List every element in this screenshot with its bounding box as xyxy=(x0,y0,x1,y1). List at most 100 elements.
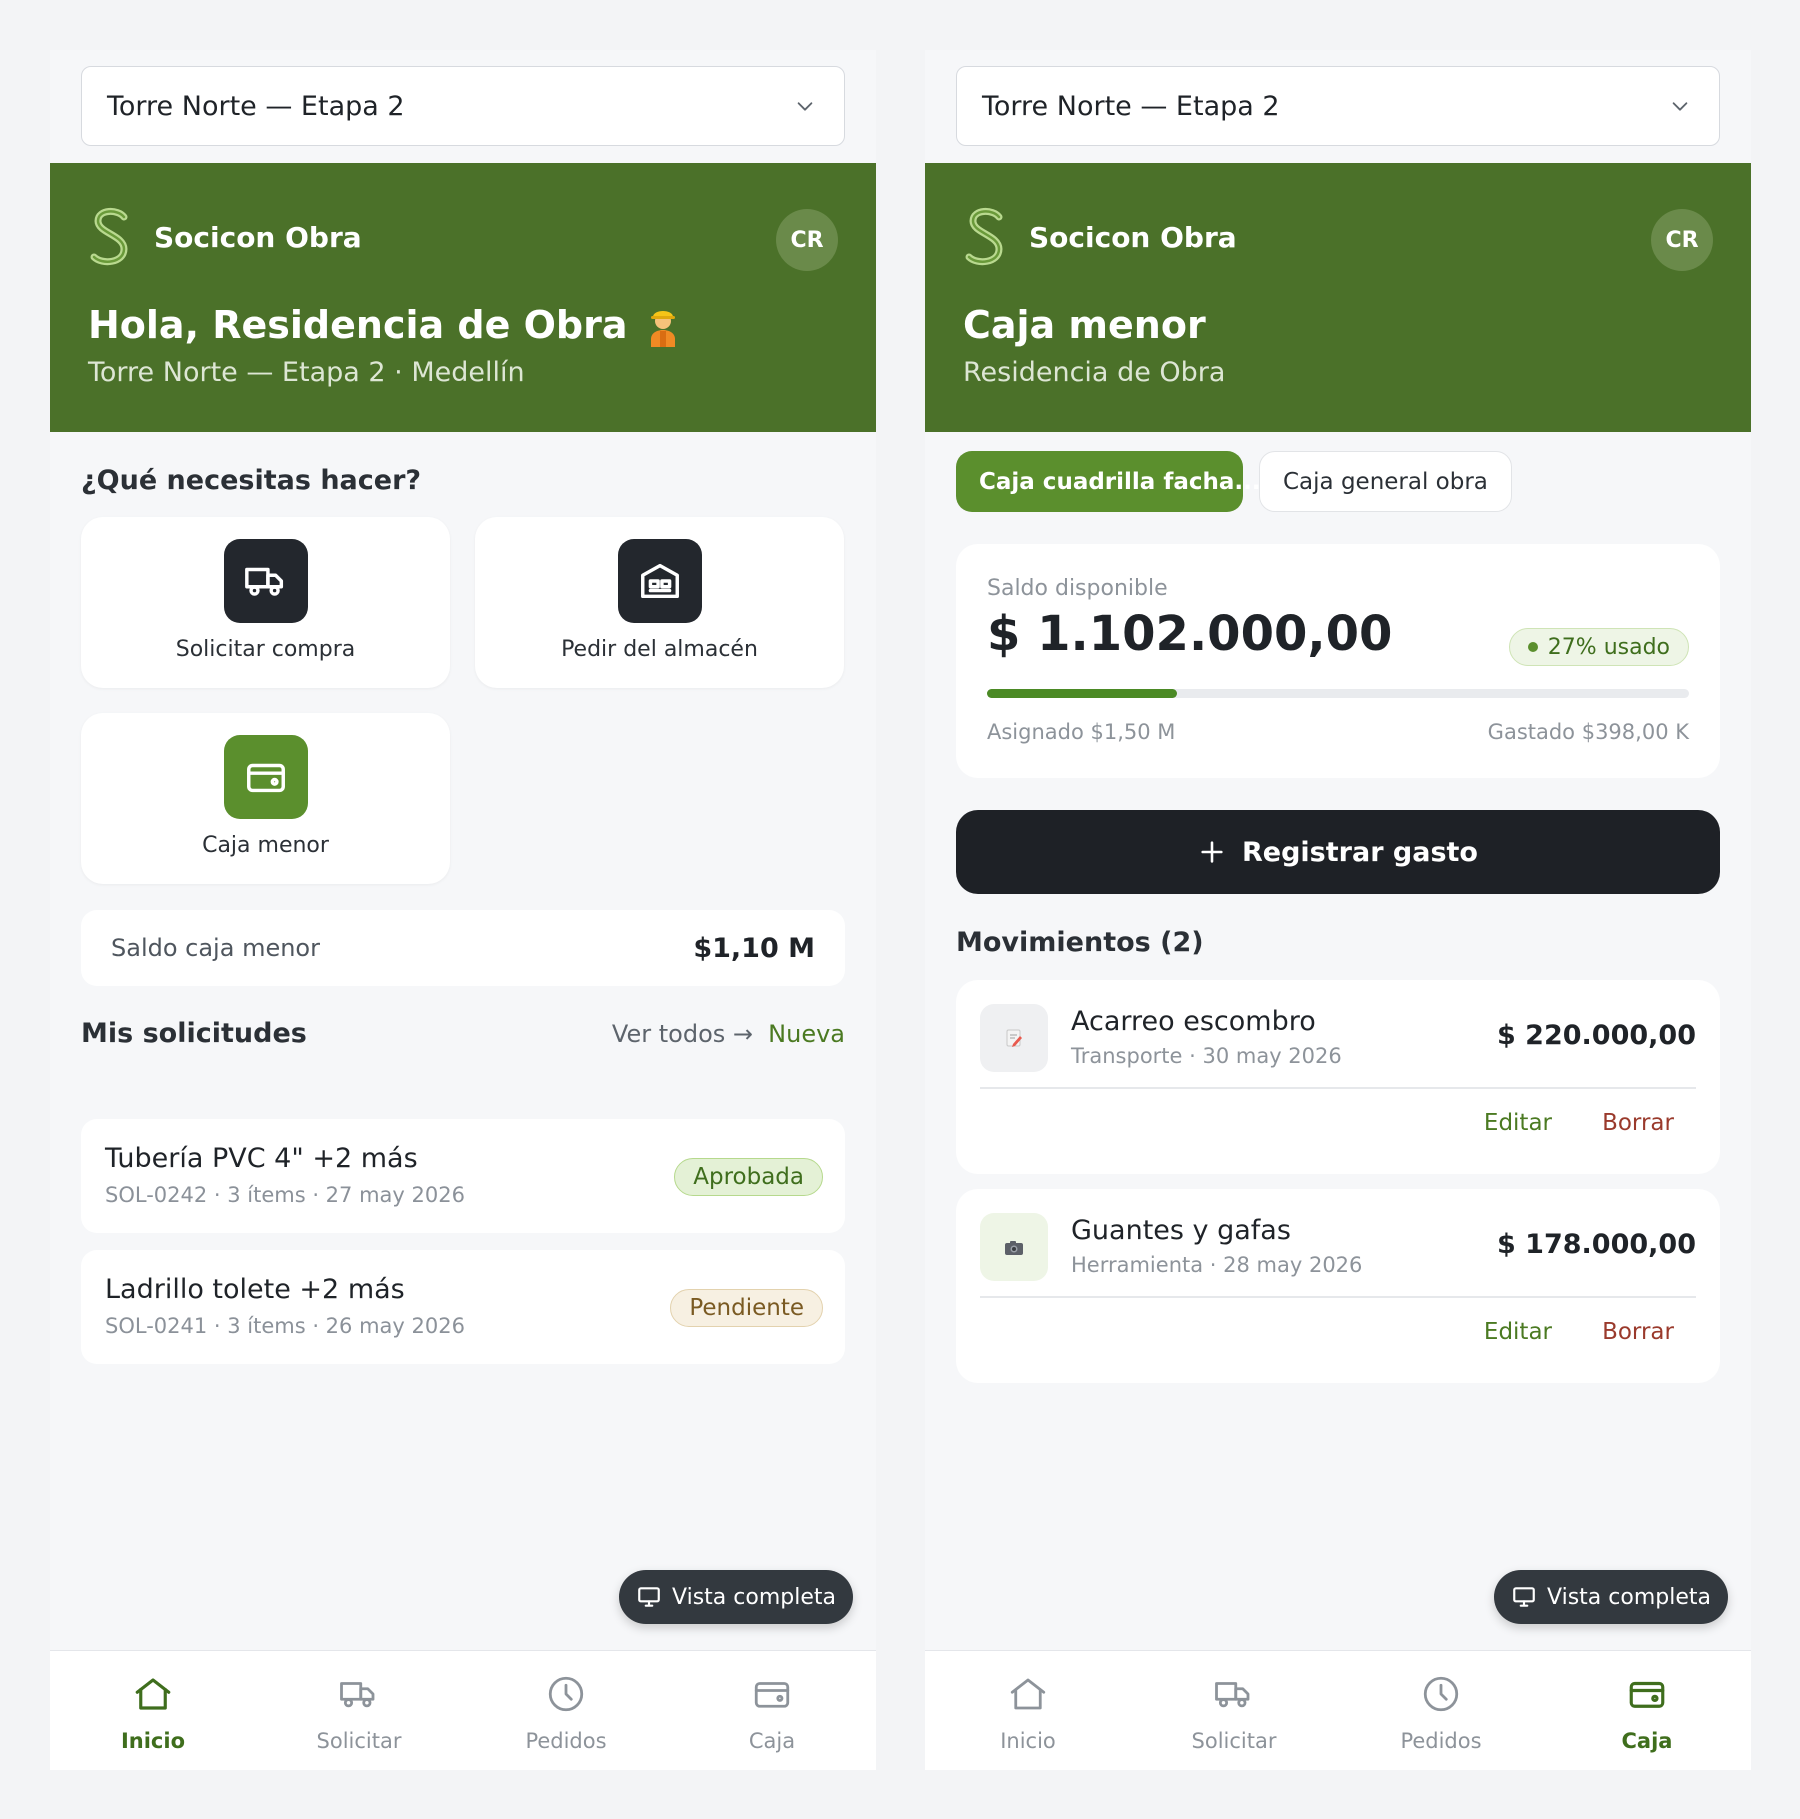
wallet-icon xyxy=(1629,1681,1665,1708)
avatar[interactable]: CR xyxy=(776,209,838,271)
brand: Socicon Obra xyxy=(963,205,1237,269)
project-selector-value: Torre Norte — Etapa 2 xyxy=(982,90,1280,122)
nav-label: Inicio xyxy=(1000,1729,1056,1753)
brand: Socicon Obra xyxy=(88,205,362,269)
movement-meta: Herramienta · 28 may 2026 xyxy=(1071,1253,1363,1277)
movements-title: Movimientos (2) xyxy=(956,927,1204,958)
warehouse-request-tile[interactable]: Pedir del almacén xyxy=(475,517,844,688)
new-request-link[interactable]: Nueva xyxy=(768,1020,845,1048)
project-selector[interactable]: Torre Norte — Etapa 2 xyxy=(956,66,1720,146)
chevron-down-icon xyxy=(797,102,813,111)
request-purchase-label: Solicitar compra xyxy=(175,637,356,662)
nav-label: Caja xyxy=(1621,1729,1673,1753)
movement-name: Guantes y gafas xyxy=(1071,1215,1291,1246)
petty-cash-balance-value: $1,10 M xyxy=(693,932,815,964)
nav-item-solicitar[interactable]: Solicitar xyxy=(1154,1651,1314,1770)
balance-card: Saldo disponible $ 1.102.000,00 27% usad… xyxy=(956,544,1720,778)
truck-icon xyxy=(1215,1682,1250,1708)
delete-button[interactable]: Borrar xyxy=(1602,1319,1674,1345)
avatar[interactable]: CR xyxy=(1651,209,1713,271)
monitor-icon xyxy=(1513,1587,1535,1607)
monitor-icon xyxy=(638,1587,660,1607)
plus-icon xyxy=(1201,841,1223,863)
memo-icon xyxy=(980,1004,1048,1072)
greeting-text: Hola, Residencia de Obra xyxy=(88,303,628,347)
usage-progress-bar xyxy=(987,689,1689,698)
usage-badge: 27% usado xyxy=(1508,628,1689,666)
project-selector-value: Torre Norte — Etapa 2 xyxy=(107,90,405,122)
tab-caja-general[interactable]: Caja general obra xyxy=(1259,451,1512,512)
bottom-nav: Inicio Solicitar Pedidos Caja xyxy=(925,1650,1751,1770)
movement-name: Acarreo escombro xyxy=(1071,1006,1316,1037)
request-name: Ladrillo tolete +2 más xyxy=(105,1274,405,1305)
nav-item-pedidos[interactable]: Pedidos xyxy=(486,1651,646,1770)
brand-logo-icon xyxy=(90,208,128,266)
full-view-button[interactable]: Vista completa xyxy=(1494,1570,1728,1624)
divider xyxy=(980,1087,1696,1089)
status-badge: Aprobada xyxy=(674,1158,823,1196)
request-card[interactable]: Tubería PVC 4" +2 más SOL-0242 · 3 ítems… xyxy=(81,1119,845,1233)
usage-text: 27% usado xyxy=(1547,634,1670,660)
full-view-label: Vista completa xyxy=(1547,1584,1711,1610)
page-title: Caja menor xyxy=(963,303,1206,347)
request-meta: SOL-0241 · 3 ítems · 26 may 2026 xyxy=(105,1314,465,1338)
request-meta: SOL-0242 · 3 ítems · 27 may 2026 xyxy=(105,1183,465,1207)
request-card[interactable]: Ladrillo tolete +2 más SOL-0241 · 3 ítem… xyxy=(81,1250,845,1364)
camera-icon xyxy=(980,1213,1048,1281)
petty-cash-screen: Torre Norte — Etapa 2 Socicon Obra CR Ca… xyxy=(925,50,1751,1770)
bottom-nav: Inicio Solicitar Pedidos Caja xyxy=(50,1650,876,1770)
balance-label: Saldo disponible xyxy=(987,576,1168,601)
petty-cash-tile[interactable]: Caja menor xyxy=(81,713,450,884)
petty-cash-balance-row[interactable]: Saldo caja menor $1,10 M xyxy=(81,910,845,986)
project-selector[interactable]: Torre Norte — Etapa 2 xyxy=(81,66,845,146)
home-icon xyxy=(1010,1678,1046,1710)
project-selector-bar: Torre Norte — Etapa 2 xyxy=(50,50,876,163)
nav-label: Caja xyxy=(748,1729,796,1753)
wallet-icon xyxy=(754,1682,790,1708)
petty-cash-label: Caja menor xyxy=(202,833,329,858)
warehouse-icon xyxy=(618,539,702,623)
truck-icon xyxy=(224,539,308,623)
actions-title: ¿Qué necesitas hacer? xyxy=(81,465,422,496)
petty-cash-balance-label: Saldo caja menor xyxy=(111,934,320,962)
nav-item-pedidos[interactable]: Pedidos xyxy=(1361,1651,1521,1770)
full-view-button[interactable]: Vista completa xyxy=(619,1570,853,1624)
register-expense-button[interactable]: Registrar gasto xyxy=(956,810,1720,894)
home-header: Socicon Obra CR Hola, Residencia de Obra… xyxy=(50,163,876,432)
nav-item-solicitar[interactable]: Solicitar xyxy=(279,1651,439,1770)
delete-button[interactable]: Borrar xyxy=(1602,1110,1674,1136)
spent-amount: Gastado $398,00 K xyxy=(1487,720,1689,744)
movement-amount: $ 220.000,00 xyxy=(1497,1020,1696,1051)
edit-button[interactable]: Editar xyxy=(1484,1110,1552,1136)
edit-button[interactable]: Editar xyxy=(1484,1319,1552,1345)
request-name: Tubería PVC 4" +2 más xyxy=(105,1143,418,1174)
request-purchase-tile[interactable]: Solicitar compra xyxy=(81,517,450,688)
nav-item-inicio[interactable]: Inicio xyxy=(948,1651,1108,1770)
nav-item-inicio[interactable]: Inicio xyxy=(73,1651,233,1770)
status-dot-icon xyxy=(1527,642,1538,652)
clock-icon xyxy=(1423,1676,1459,1712)
assigned-amount: Asignado $1,50 M xyxy=(987,720,1176,744)
divider xyxy=(980,1296,1696,1298)
chevron-down-icon xyxy=(1672,102,1688,111)
brand-name: Socicon Obra xyxy=(1029,220,1237,254)
status-badge: Pendiente xyxy=(670,1289,823,1327)
nav-label: Inicio xyxy=(120,1729,186,1753)
page-subtitle: Residencia de Obra xyxy=(963,357,1226,388)
tab-caja-cuadrilla[interactable]: Caja cuadrilla facha... xyxy=(956,451,1261,512)
brand-logo-icon xyxy=(965,208,1003,266)
balance-amount: $ 1.102.000,00 xyxy=(987,606,1393,662)
cash-box-tabs: Caja cuadrilla facha... Caja general obr… xyxy=(956,451,1512,512)
wallet-icon xyxy=(224,735,308,819)
movement-amount: $ 178.000,00 xyxy=(1497,1229,1696,1260)
view-all-link[interactable]: Ver todos → xyxy=(612,1020,753,1048)
nav-label: Pedidos xyxy=(525,1729,607,1753)
nav-item-caja[interactable]: Caja xyxy=(692,1651,852,1770)
brand-name: Socicon Obra xyxy=(154,220,362,254)
nav-label: Solicitar xyxy=(1191,1729,1277,1753)
warehouse-request-label: Pedir del almacén xyxy=(561,637,758,662)
nav-item-caja[interactable]: Caja xyxy=(1567,1651,1727,1770)
requests-title: Mis solicitudes xyxy=(81,1018,307,1049)
movement-meta: Transporte · 30 may 2026 xyxy=(1071,1044,1342,1068)
greeting-location: Torre Norte — Etapa 2 · Medellín xyxy=(88,357,525,388)
